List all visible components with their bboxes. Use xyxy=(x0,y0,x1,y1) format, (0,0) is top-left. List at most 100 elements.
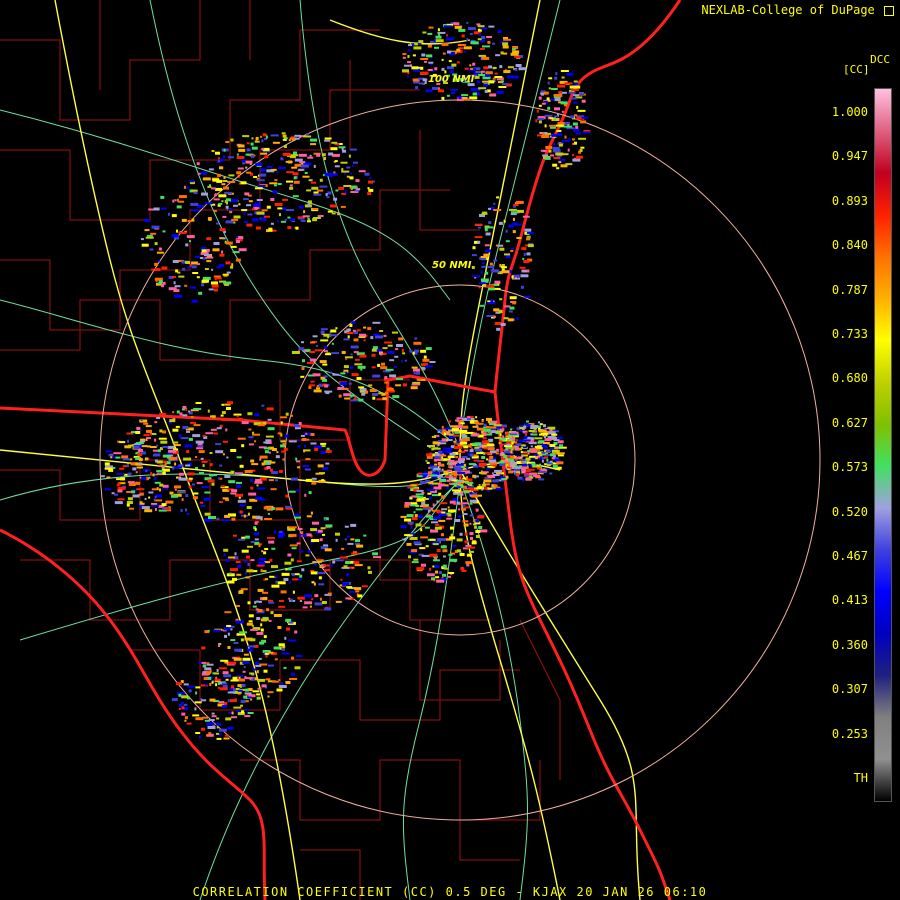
echo-pixel xyxy=(255,661,260,665)
echo-pixel xyxy=(206,237,212,241)
echo-pixel xyxy=(223,148,226,152)
echo-pixel xyxy=(200,501,203,504)
echo-pixel xyxy=(438,513,447,517)
credit-label[interactable]: NEXLAB-College of DuPage xyxy=(701,3,894,17)
echo-pixel xyxy=(485,73,490,77)
echo-pixel xyxy=(231,517,236,521)
echo-pixel xyxy=(285,505,292,508)
echo-pixel xyxy=(258,498,266,501)
echo-pixel xyxy=(450,88,459,91)
echo-pixel xyxy=(169,491,174,495)
echo-pixel xyxy=(557,454,564,457)
echo-pixel xyxy=(482,437,487,440)
echo-pixel xyxy=(361,392,366,396)
echo-pixel xyxy=(456,417,464,420)
echo-pixel xyxy=(457,472,466,474)
echo-pixel xyxy=(219,687,228,691)
echo-pixel xyxy=(480,278,489,282)
echo-pixel xyxy=(421,502,426,505)
echo-pixel xyxy=(275,479,278,482)
echo-pixel xyxy=(178,472,184,476)
echo-pixel xyxy=(479,304,484,307)
echo-pixel xyxy=(539,471,547,473)
echo-pixel xyxy=(162,454,171,458)
echo-pixel xyxy=(439,502,448,505)
echo-pixel xyxy=(209,474,217,477)
echo-pixel xyxy=(433,516,442,520)
echo-pixel xyxy=(312,561,317,564)
echo-pixel xyxy=(380,366,388,370)
echo-pixel xyxy=(308,179,313,182)
echo-pixel xyxy=(288,621,294,624)
echo-pixel xyxy=(426,54,433,58)
echo-pixel xyxy=(295,457,298,461)
echo-pixel xyxy=(146,445,151,448)
echo-pixel xyxy=(324,607,332,611)
echo-pixel xyxy=(211,281,218,285)
legend-tick-label: 0.467 xyxy=(831,549,868,563)
echo-pixel xyxy=(301,568,305,572)
echo-pixel xyxy=(543,424,546,428)
echo-pixel xyxy=(229,568,238,572)
echo-pixel xyxy=(412,351,415,355)
echo-pixel xyxy=(470,537,473,540)
echo-pixel xyxy=(411,517,418,520)
echo-pixel xyxy=(288,440,297,443)
echo-pixel xyxy=(132,467,137,471)
radar-map[interactable]: 50 NMI 100 NMI xyxy=(0,0,900,900)
echo-pixel xyxy=(504,253,510,256)
echo-pixel xyxy=(312,218,318,222)
echo-pixel xyxy=(305,432,308,435)
echo-pixel xyxy=(209,452,213,454)
echo-pixel xyxy=(296,542,301,545)
echo-pixel xyxy=(368,188,374,192)
credit-text[interactable]: NEXLAB-College of DuPage xyxy=(701,3,874,17)
echo-pixel xyxy=(255,162,263,166)
echo-pixel xyxy=(281,132,286,135)
echo-pixel xyxy=(244,221,249,223)
echo-pixel xyxy=(224,702,228,705)
echo-pixel xyxy=(330,329,337,333)
echo-pixel xyxy=(300,535,303,537)
echo-pixel xyxy=(465,481,474,484)
echo-pixel xyxy=(213,210,217,213)
echo-pixel xyxy=(462,504,466,507)
echo-pixel xyxy=(121,455,129,459)
echo-pixel xyxy=(233,706,242,709)
echo-pixel xyxy=(348,154,351,158)
echo-pixel xyxy=(256,697,259,700)
echo-pixel xyxy=(173,281,176,285)
echo-pixel xyxy=(554,94,563,97)
echo-pixel xyxy=(502,42,509,46)
echo-pixel xyxy=(510,455,518,459)
echo-pixel xyxy=(249,672,255,675)
echo-pixel xyxy=(551,133,557,137)
echo-pixel xyxy=(427,489,435,492)
echo-pixel xyxy=(254,521,258,525)
echo-pixel xyxy=(213,288,218,292)
echo-pixel xyxy=(304,601,313,605)
echo-pixel xyxy=(549,117,554,120)
map-icon[interactable] xyxy=(884,5,894,16)
echo-pixel xyxy=(521,270,527,273)
echo-pixel xyxy=(154,268,161,272)
echo-pixel xyxy=(154,421,158,424)
echo-pixel xyxy=(207,185,212,188)
echo-pixel xyxy=(196,482,203,485)
echo-pixel xyxy=(247,712,254,714)
echo-pixel xyxy=(444,427,452,430)
echo-pixel xyxy=(239,631,248,634)
echo-pixel xyxy=(310,528,318,532)
echo-pixel xyxy=(477,226,481,229)
echo-pixel xyxy=(475,519,480,523)
echo-pixel xyxy=(326,196,330,199)
echo-pixel xyxy=(469,522,472,525)
echo-pixel xyxy=(455,456,459,459)
echo-pixel xyxy=(408,555,411,559)
echo-pixel xyxy=(117,489,123,493)
echo-pixel xyxy=(266,407,274,411)
echo-pixel xyxy=(228,174,235,177)
echo-pixel xyxy=(441,508,448,511)
echo-pixel xyxy=(241,549,249,553)
echo-pixel xyxy=(398,337,404,341)
